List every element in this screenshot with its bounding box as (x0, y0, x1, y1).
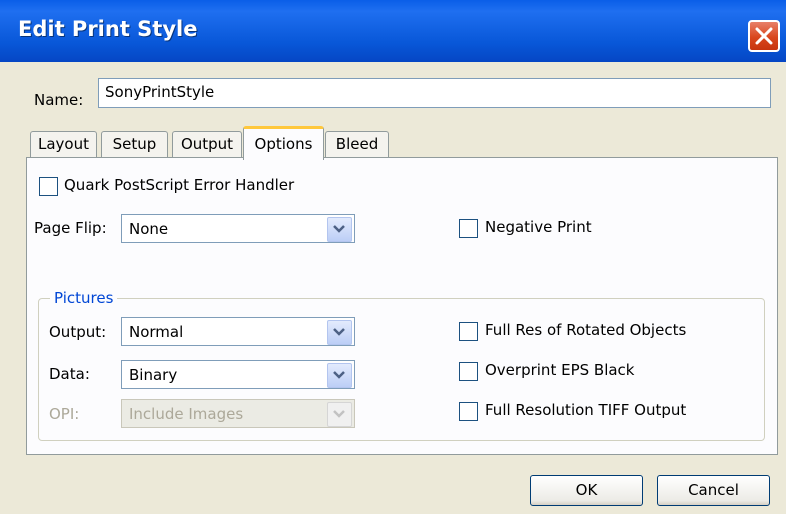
output-label: Output: (49, 323, 107, 341)
tab-bleed[interactable]: Bleed (325, 131, 389, 158)
error-handler-checkbox[interactable] (39, 177, 58, 196)
output-value: Normal (129, 323, 184, 341)
overprint-eps-checkbox[interactable] (459, 362, 478, 381)
opi-label: OPI: (49, 405, 80, 423)
chevron-down-icon[interactable] (327, 217, 352, 242)
chevron-down-icon (327, 402, 352, 427)
page-flip-label: Page Flip: (34, 219, 107, 237)
chevron-down-icon[interactable] (327, 320, 352, 345)
tab-setup[interactable]: Setup (101, 131, 168, 158)
tab-layout[interactable]: Layout (30, 131, 97, 158)
overprint-eps-label: Overprint EPS Black (485, 361, 635, 379)
full-res-rotated-checkbox[interactable] (459, 322, 478, 341)
ok-button[interactable]: OK (530, 475, 643, 506)
data-label: Data: (49, 365, 90, 383)
full-res-tiff-label: Full Resolution TIFF Output (485, 401, 687, 419)
page-flip-value: None (129, 220, 169, 238)
chevron-down-icon[interactable] (327, 363, 352, 388)
pictures-legend: Pictures (50, 289, 118, 307)
dialog-title: Edit Print Style (18, 17, 198, 41)
page-flip-select[interactable]: None (121, 214, 355, 243)
negative-print-label: Negative Print (485, 218, 592, 236)
negative-print-checkbox[interactable] (459, 219, 478, 238)
data-value: Binary (129, 366, 178, 384)
opi-select: Include Images (121, 399, 355, 428)
error-handler-label: Quark PostScript Error Handler (64, 176, 295, 194)
output-select[interactable]: Normal (121, 317, 355, 346)
opi-value: Include Images (129, 405, 244, 423)
name-label: Name: (34, 91, 84, 109)
data-select[interactable]: Binary (121, 360, 355, 389)
tab-output[interactable]: Output (172, 131, 242, 158)
name-input[interactable]: SonyPrintStyle (98, 78, 771, 108)
close-button[interactable] (748, 20, 780, 52)
full-res-tiff-checkbox[interactable] (459, 402, 478, 421)
title-bar[interactable]: Edit Print Style (0, 0, 786, 62)
tab-options[interactable]: Options (243, 126, 324, 160)
edit-print-style-dialog: Edit Print Style Name: SonyPrintStyle La… (0, 0, 786, 514)
full-res-rotated-label: Full Res of Rotated Objects (485, 321, 687, 339)
cancel-button[interactable]: Cancel (657, 475, 770, 506)
